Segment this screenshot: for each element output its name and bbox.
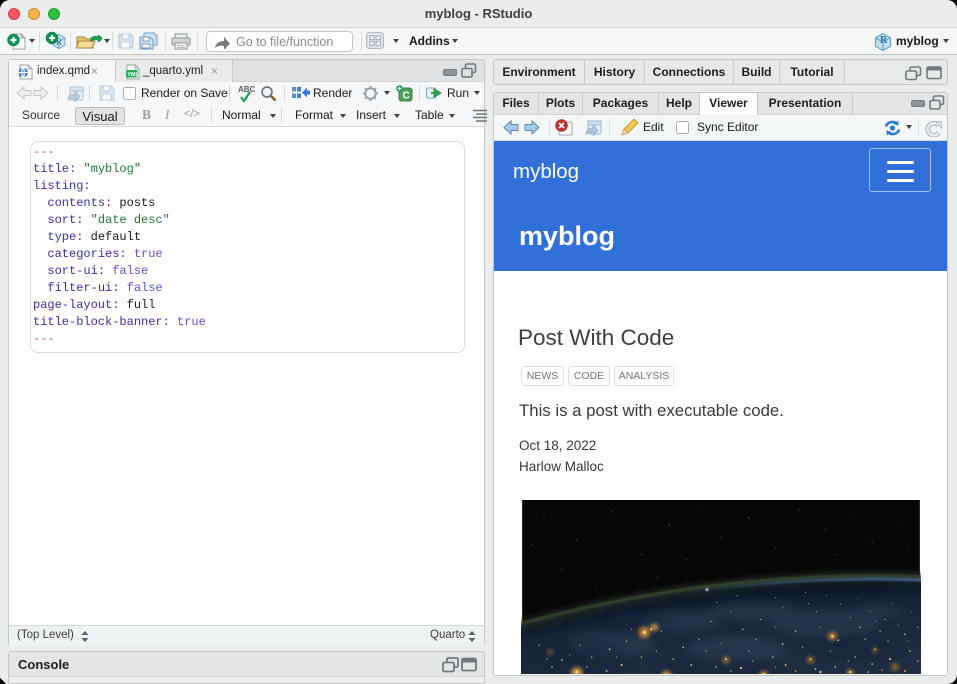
svg-text:YML: YML [127,72,139,78]
svg-text:C: C [403,91,410,102]
svg-text:R: R [880,35,888,46]
svg-text:ABC: ABC [238,85,256,94]
